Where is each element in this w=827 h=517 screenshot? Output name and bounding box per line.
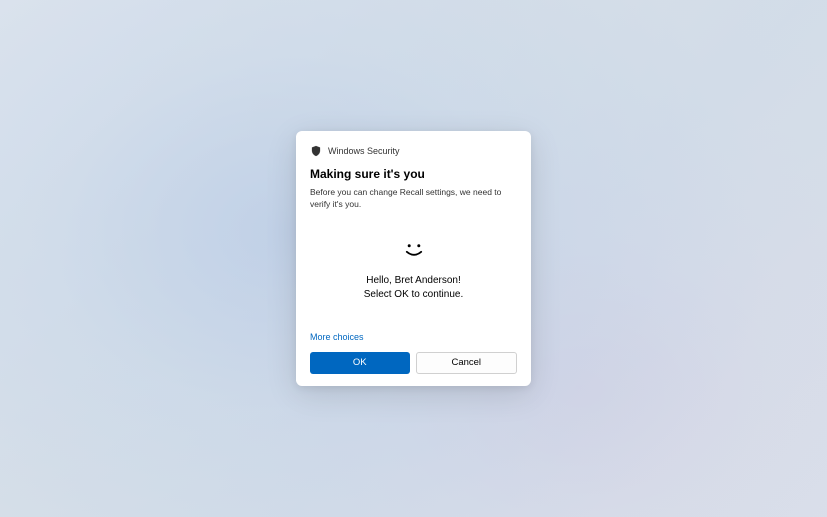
greeting-container: Hello, Bret Anderson! Select OK to conti…	[310, 274, 517, 302]
dialog-header: Windows Security	[310, 145, 517, 157]
windows-security-dialog: Windows Security Making sure it's you Be…	[296, 131, 531, 386]
greeting-instruction: Select OK to continue.	[310, 288, 517, 302]
smiley-face-icon	[402, 241, 426, 264]
dialog-heading: Making sure it's you	[310, 167, 517, 181]
cancel-button[interactable]: Cancel	[416, 352, 518, 374]
dialog-subtext: Before you can change Recall settings, w…	[310, 187, 517, 211]
button-row: OK Cancel	[310, 352, 517, 374]
more-choices-link[interactable]: More choices	[310, 332, 517, 342]
greeting-name: Hello, Bret Anderson!	[310, 274, 517, 288]
dialog-app-title: Windows Security	[328, 146, 400, 156]
face-container	[310, 241, 517, 264]
ok-button[interactable]: OK	[310, 352, 410, 374]
shield-icon	[310, 145, 322, 157]
